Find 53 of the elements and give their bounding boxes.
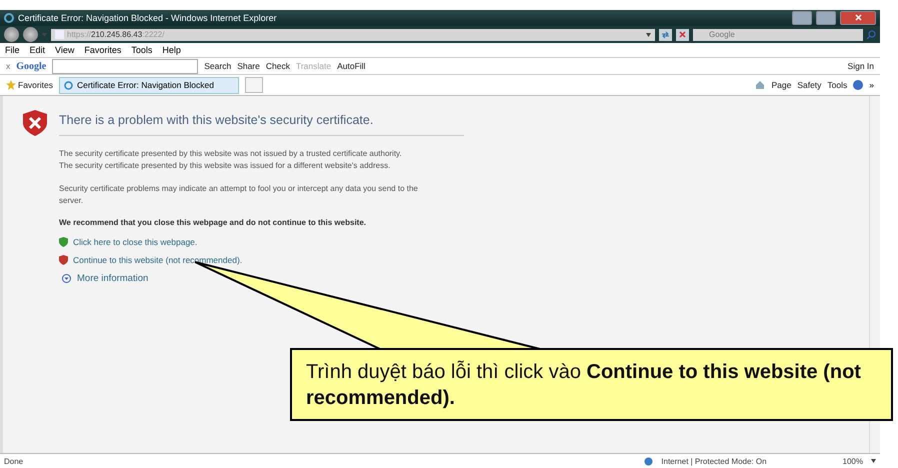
status-text: Done [4,456,24,466]
forward-button[interactable] [23,27,38,42]
favorites-button[interactable]: Favorites [6,80,53,90]
close-button[interactable] [840,11,876,25]
page-icon [55,30,64,39]
command-button[interactable]: Tools [827,80,848,90]
close-icon [854,14,862,21]
menu-item[interactable]: File [5,45,20,55]
close-page-link[interactable]: Click here to close this webpage. [73,237,198,247]
address-field[interactable]: https://210.245.86.43:2222/ [51,28,655,40]
browser-tab[interactable]: Certificate Error: Navigation Blocked [58,76,239,94]
more-information-link[interactable]: More information [77,273,148,284]
close-toolbar-button[interactable]: x [6,61,10,71]
zoom-level[interactable]: 100% [842,456,863,466]
dropdown-caret-icon[interactable] [871,459,876,463]
command-button[interactable]: Safety [797,80,822,90]
url-text: https://210.245.86.43:2222/ [67,30,164,39]
continue-link[interactable]: Continue to this website (not recommended). [73,255,242,265]
browser-logo-icon [64,80,73,90]
star-icon [6,80,16,90]
check-shield-icon [59,237,68,247]
command-button[interactable]: Page [771,80,792,90]
security-zone-text: Internet | Protected Mode: On [661,456,767,466]
menu-item[interactable]: Edit [30,45,46,55]
recommendation-text: We recommend that you close this webpage and do not continue to this website. [59,218,367,227]
close-icon [679,31,686,38]
expand-icon[interactable] [62,274,71,283]
dropdown-caret-icon[interactable] [646,32,651,36]
window-title: Certificate Error: Navigation Blocked - Windows Internet Explorer [18,13,277,23]
stop-button[interactable] [676,28,689,40]
toolbar-button[interactable]: Check [266,61,290,71]
browser-logo-icon [4,13,14,23]
menu-item[interactable]: Help [162,45,181,55]
error-shield-icon [23,110,47,136]
toolbar-search-field[interactable] [52,58,198,74]
error-heading: There is a problem with this website's security certificate. [59,113,464,136]
refresh-icon [661,30,670,38]
toolbar-button[interactable]: Share [237,61,260,71]
menu-item[interactable]: Favorites [84,45,122,55]
search-field[interactable]: Google [693,28,863,40]
error-description: Security certificate problems may indicate an attempt to fool you or intercept any data you send to the server. [59,183,419,207]
toolbar-button[interactable]: Search [204,61,232,71]
toolbar-logo: Google [16,60,46,72]
shield-x-icon [59,255,68,265]
menu-item[interactable]: Tools [131,45,152,55]
error-description: The security certificate presented by this website was not issued by a trusted certificate authority. The security certificate presented by this website was issued for a different website's address. [59,148,403,172]
sign-in-button[interactable]: Sign In [848,61,874,71]
overflow-button[interactable]: » [869,80,874,90]
back-button[interactable] [4,27,19,42]
toolbar-button[interactable]: AutoFill [337,61,366,71]
menu-item[interactable]: View [55,45,74,55]
refresh-button[interactable] [659,28,672,40]
callout-text: Trình duyệt báo lỗi thì click vào Continue to this website (not recommended). [306,360,862,410]
